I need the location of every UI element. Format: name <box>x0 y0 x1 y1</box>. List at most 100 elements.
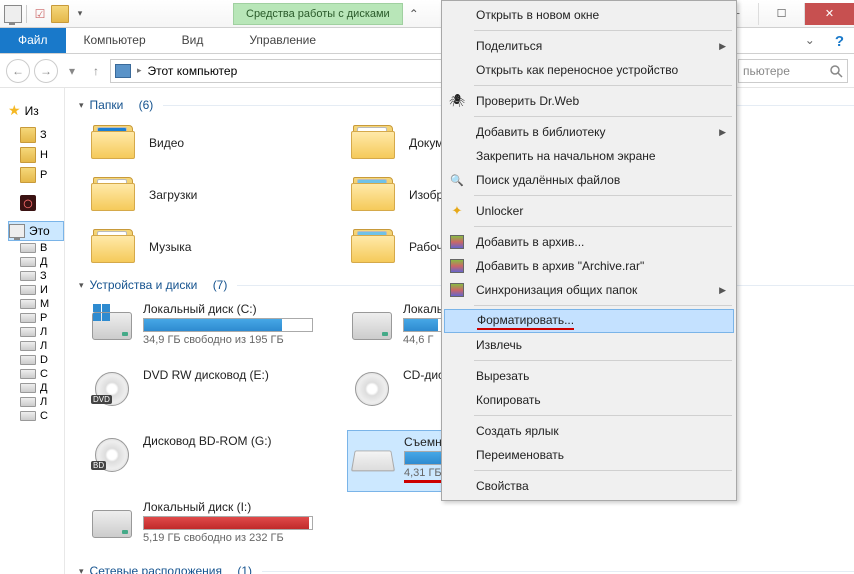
ribbon-expand-icon[interactable]: ⌃ <box>409 7 419 21</box>
menu-item[interactable]: Создать ярлык <box>444 419 734 443</box>
system-icon <box>4 5 22 23</box>
menu-item[interactable]: Вырезать <box>444 364 734 388</box>
breadcrumb-location[interactable]: Этот компьютер <box>148 64 238 78</box>
sidebar-item-cc[interactable]: ◯ <box>8 193 64 213</box>
close-button[interactable]: ✕ <box>804 3 854 25</box>
drive-item[interactable]: Локальный диск (I:)5,19 ГБ свободно из 2… <box>87 496 347 558</box>
nav-history-chevron-icon[interactable]: ▾ <box>62 59 82 83</box>
qat-chevron-icon[interactable]: ▾ <box>71 5 89 23</box>
folder-icon <box>20 147 36 163</box>
drive-item[interactable]: DVDDVD RW дисковод (E:) <box>87 364 347 426</box>
folder-icon <box>20 167 36 183</box>
menu-item-icon <box>448 123 466 141</box>
menu-item-icon <box>448 422 466 440</box>
menu-item[interactable]: 🔍Поиск удалённых файлов <box>444 168 734 192</box>
menu-item-label: Переименовать <box>476 448 564 462</box>
drive-subtext: 5,19 ГБ свободно из 232 ГБ <box>143 532 343 544</box>
file-tab[interactable]: Файл <box>0 28 66 53</box>
sidebar-item-this-pc[interactable]: Это <box>8 221 64 241</box>
menu-item[interactable]: Переименовать <box>444 443 734 467</box>
drive-subtext: 34,9 ГБ свободно из 195 ГБ <box>143 334 343 346</box>
menu-item[interactable]: Копировать <box>444 388 734 412</box>
folder-item[interactable]: Загрузки <box>87 170 347 220</box>
sidebar-drive-item[interactable]: Л <box>8 325 64 339</box>
search-box[interactable]: пьютере <box>738 59 848 83</box>
sidebar-item[interactable]: З <box>8 125 64 145</box>
group-header-network[interactable]: ▾ Сетевые расположения (1) <box>79 564 854 574</box>
usb-drive-icon <box>352 435 394 477</box>
menu-item-icon <box>448 336 466 354</box>
nav-forward-button[interactable]: → <box>34 59 58 83</box>
creative-cloud-icon: ◯ <box>20 195 36 211</box>
tab-manage[interactable]: Управление <box>231 28 334 53</box>
menu-separator <box>474 305 732 306</box>
sidebar-drive-item[interactable]: В <box>8 241 64 255</box>
sidebar-item[interactable]: Р <box>8 165 64 185</box>
optical-drive-icon: BD <box>91 434 133 476</box>
menu-item[interactable]: Закрепить на начальном экране <box>444 144 734 168</box>
help-button[interactable]: ? <box>825 28 854 53</box>
sidebar-drive-item[interactable]: Л <box>8 339 64 353</box>
new-folder-icon[interactable] <box>51 5 69 23</box>
menu-item[interactable]: 🕷Проверить Dr.Web <box>444 89 734 113</box>
drive-icon <box>20 243 36 253</box>
sidebar-drive-item[interactable]: Р <box>8 311 64 325</box>
menu-item-icon <box>448 477 466 495</box>
menu-item[interactable]: ✦Unlocker <box>444 199 734 223</box>
ribbon-chevron-icon[interactable]: ⌄ <box>795 28 825 53</box>
hdd-icon <box>91 500 133 542</box>
menu-item[interactable]: Добавить в библиотеку▶ <box>444 120 734 144</box>
menu-item[interactable]: Поделиться▶ <box>444 34 734 58</box>
menu-item-icon <box>448 367 466 385</box>
tab-computer[interactable]: Компьютер <box>66 28 164 53</box>
menu-item[interactable]: Форматировать... <box>444 309 734 333</box>
collapse-icon[interactable]: ▾ <box>79 280 84 291</box>
menu-item[interactable]: Свойства <box>444 474 734 498</box>
menu-item[interactable]: Извлечь <box>444 333 734 357</box>
drive-item[interactable]: BD Дисковод BD-ROM (G:) <box>87 430 347 492</box>
sidebar-drive-item[interactable]: С <box>8 409 64 423</box>
hdd-icon <box>351 302 393 344</box>
sidebar-drive-item[interactable]: Д <box>8 255 64 269</box>
sidebar-drive-item[interactable]: Л <box>8 395 64 409</box>
menu-item-icon <box>448 6 466 24</box>
sidebar-item[interactable]: Н <box>8 145 64 165</box>
menu-item[interactable]: Синхронизация общих папок▶ <box>444 278 734 302</box>
pc-icon <box>9 224 25 238</box>
menu-item[interactable]: Добавить в архив "Archive.rar" <box>444 254 734 278</box>
menu-item-icon: ✦ <box>448 202 466 220</box>
menu-item[interactable]: Открыть в новом окне <box>444 3 734 27</box>
properties-icon[interactable]: ☑ <box>31 5 49 23</box>
nav-up-button[interactable]: ↑ <box>86 59 106 83</box>
menu-item-label: Форматировать... <box>477 313 574 330</box>
folder-icon <box>351 175 399 215</box>
menu-item-icon <box>448 233 466 251</box>
menu-item-icon <box>448 61 466 79</box>
collapse-icon[interactable]: ▾ <box>79 100 84 111</box>
folder-icon <box>91 227 139 267</box>
drive-name: Дисковод BD-ROM (G:) <box>143 434 343 448</box>
menu-item[interactable]: Добавить в архив... <box>444 230 734 254</box>
menu-item-icon <box>449 312 467 330</box>
maximize-button[interactable]: ☐ <box>758 3 804 25</box>
chevron-right-icon[interactable]: ▸ <box>137 65 142 76</box>
sidebar-drive-item[interactable]: Д <box>8 381 64 395</box>
folder-item[interactable]: Музыка <box>87 222 347 272</box>
tab-view[interactable]: Вид <box>164 28 222 53</box>
optical-drive-icon <box>351 368 393 410</box>
folder-item[interactable]: Видео <box>87 118 347 168</box>
sidebar-drive-item[interactable]: C <box>8 367 64 381</box>
collapse-icon[interactable]: ▾ <box>79 566 84 574</box>
sidebar-drive-item[interactable]: М <box>8 297 64 311</box>
pc-icon <box>115 64 131 78</box>
sidebar-drive-item[interactable]: З <box>8 269 64 283</box>
menu-separator <box>474 195 732 196</box>
menu-item[interactable]: Открыть как переносное устройство <box>444 58 734 82</box>
submenu-arrow-icon: ▶ <box>719 285 726 296</box>
sidebar-drive-item[interactable]: D <box>8 353 64 367</box>
nav-back-button[interactable]: ← <box>6 59 30 83</box>
menu-item-label: Вырезать <box>476 369 529 383</box>
sidebar-drive-item[interactable]: И <box>8 283 64 297</box>
favorites-header[interactable]: ★Из <box>8 102 64 119</box>
drive-item[interactable]: Локальный диск (C:)34,9 ГБ свободно из 1… <box>87 298 347 360</box>
